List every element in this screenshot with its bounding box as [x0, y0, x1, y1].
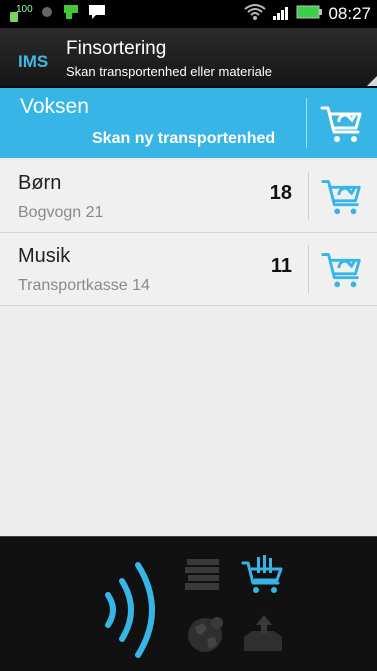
cart-refresh-icon — [321, 180, 361, 215]
cart-refresh-button[interactable] — [317, 172, 367, 220]
wifi-icon — [244, 3, 267, 26]
active-transport-row[interactable]: Voksen Skan ny transportenhed — [0, 88, 377, 158]
signal-icon — [272, 3, 290, 26]
app-subtitle: Skan transportenhed eller materiale — [66, 64, 272, 79]
cart-refresh-button[interactable] — [316, 98, 368, 148]
status-time: 08:27 — [328, 4, 371, 23]
list-item[interactable]: Musik Transportkasse 14 11 — [0, 233, 377, 306]
active-category-name: Voksen — [20, 95, 89, 118]
row-count: 18 — [269, 182, 292, 204]
divider — [308, 245, 309, 293]
system-icons: 08:27 — [244, 3, 371, 26]
row-title: Musik — [18, 245, 71, 267]
app-notification-icon — [62, 3, 80, 26]
bottom-panel — [0, 536, 377, 671]
divider — [306, 98, 307, 148]
divider — [308, 172, 309, 220]
overflow-menu-icon[interactable] — [367, 76, 377, 86]
app-header: IMS Finsortering Skan transportenhed ell… — [0, 28, 377, 88]
scan-new-transport-label[interactable]: Skan ny transportenhed — [92, 130, 275, 148]
inbox-icon[interactable] — [240, 611, 286, 657]
battery-icon — [296, 5, 323, 24]
row-subtitle: Transportkasse 14 — [18, 277, 150, 294]
row-count: 11 — [270, 255, 292, 277]
cart-refresh-icon — [321, 253, 361, 288]
message-icon — [88, 4, 106, 25]
cart-refresh-button[interactable] — [317, 245, 367, 293]
globe-icon[interactable] — [183, 613, 227, 657]
app-title: Finsortering — [66, 38, 167, 59]
nfc-icon — [100, 559, 162, 661]
notification-icons: 100 — [6, 4, 106, 24]
sync-icon — [40, 5, 54, 24]
cart-icon[interactable] — [240, 555, 286, 595]
row-title: Børn — [18, 172, 62, 194]
books-icon[interactable] — [183, 557, 223, 593]
list-item[interactable]: Børn Bogvogn 21 18 — [0, 160, 377, 233]
status-bar: 100 08:27 — [0, 0, 377, 28]
cart-refresh-icon — [320, 106, 362, 142]
battery-notification-icon: 100 — [6, 4, 33, 24]
app-logo[interactable]: IMS — [18, 52, 48, 72]
row-subtitle: Bogvogn 21 — [18, 204, 104, 221]
